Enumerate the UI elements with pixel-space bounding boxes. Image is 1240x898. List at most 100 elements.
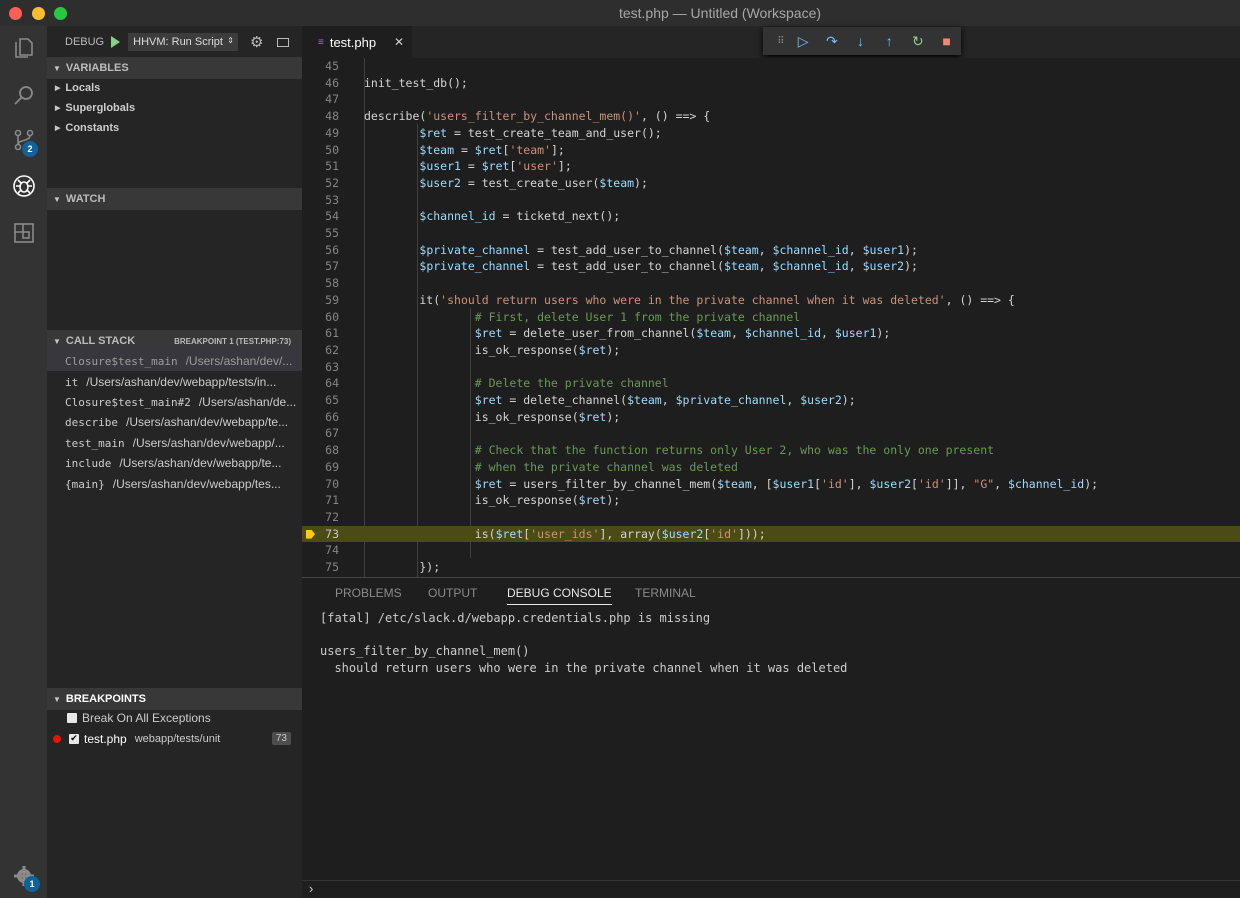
line-number[interactable]: 57: [302, 258, 339, 275]
tab-problems[interactable]: PROBLEMS: [335, 586, 402, 600]
line-number[interactable]: 46: [302, 75, 339, 92]
callstack-section-header[interactable]: ▼ CALL STACK BREAKPOINT 1 (TEST.PHP:73): [47, 330, 302, 352]
line-number[interactable]: 74: [302, 542, 339, 559]
line-number[interactable]: 71: [302, 492, 339, 509]
code-line[interactable]: 48 describe('users_filter_by_channel_mem(…: [302, 108, 1240, 125]
breakpoint-item[interactable]: ✔ test.php webapp/tests/unit 73: [47, 728, 302, 749]
code-line[interactable]: 70 $ret = users_filter_by_channel_mem($t…: [302, 476, 1240, 493]
line-number[interactable]: 53: [302, 192, 339, 209]
code-line[interactable]: 65 $ret = delete_channel($team, $private…: [302, 392, 1240, 409]
code-line[interactable]: 69 # when the private channel was delete…: [302, 459, 1240, 476]
line-number[interactable]: 50: [302, 142, 339, 159]
restart-icon[interactable]: ↻: [904, 33, 933, 50]
code-line[interactable]: 60 # First, delete User 1 from the priva…: [302, 309, 1240, 326]
line-number[interactable]: 73: [302, 526, 339, 543]
line-number[interactable]: 52: [302, 175, 339, 192]
code-line[interactable]: 75 });: [302, 559, 1240, 576]
code-line[interactable]: 53: [302, 192, 1240, 209]
line-number[interactable]: 65: [302, 392, 339, 409]
code-line[interactable]: 61 $ret = delete_user_from_channel($team…: [302, 325, 1240, 342]
current-execution-line[interactable]: 73 is($ret['user_ids'], array($user2['id…: [302, 525, 1240, 543]
drag-handle-icon[interactable]: ⠿: [773, 36, 789, 47]
line-number[interactable]: 64: [302, 375, 339, 392]
code-editor[interactable]: 45 46 init_test_db(); 47 48 describe('users_f…: [302, 58, 1240, 577]
tab-debug-console[interactable]: DEBUG CONSOLE: [507, 586, 612, 605]
watch-section-header[interactable]: ▼ WATCH: [47, 188, 302, 210]
debug-icon[interactable]: [0, 164, 47, 208]
line-number[interactable]: 49: [302, 125, 339, 142]
line-number[interactable]: 63: [302, 359, 339, 376]
search-icon[interactable]: [0, 74, 47, 118]
line-number[interactable]: 75: [302, 559, 339, 576]
variables-scope-locals[interactable]: ▶ Locals: [47, 78, 302, 98]
stack-frame[interactable]: {main} /Users/ashan/dev/webapp/tes...: [47, 474, 302, 494]
settings-gear-icon[interactable]: 1: [0, 854, 47, 898]
variables-scope-superglobals[interactable]: ▶ Superglobals: [47, 98, 302, 118]
start-debugging-play-icon[interactable]: [111, 36, 121, 48]
code-line[interactable]: 62 is_ok_response($ret);: [302, 342, 1240, 359]
line-number[interactable]: 69: [302, 459, 339, 476]
tab-test-php[interactable]: ≡ test.php ✕: [302, 26, 412, 58]
close-icon[interactable]: ✕: [394, 35, 404, 49]
line-number[interactable]: 70: [302, 476, 339, 493]
checkbox-checked[interactable]: ✔: [69, 733, 79, 744]
line-number[interactable]: 48: [302, 108, 339, 125]
step-into-icon[interactable]: ↓: [846, 33, 875, 49]
line-number[interactable]: 47: [302, 91, 339, 108]
launch-config-select[interactable]: HHVM: Run Script ⇕: [128, 33, 238, 51]
stack-frame[interactable]: describe /Users/ashan/dev/webapp/te...: [47, 412, 302, 432]
explorer-icon[interactable]: [0, 26, 47, 70]
extensions-icon[interactable]: [0, 211, 47, 255]
tab-output[interactable]: OUTPUT: [428, 586, 477, 600]
stack-frame[interactable]: it /Users/ashan/dev/webapp/tests/in...: [47, 372, 302, 392]
code-line[interactable]: 55: [302, 225, 1240, 242]
continue-icon[interactable]: ▷: [789, 33, 818, 50]
stack-frame[interactable]: Closure$test_main /Users/ashan/dev/...: [47, 351, 302, 371]
code-line[interactable]: 68 # Check that the function returns onl…: [302, 442, 1240, 459]
line-number[interactable]: 54: [302, 208, 339, 225]
code-line[interactable]: 59 it('should return users who were in t…: [302, 292, 1240, 309]
line-number[interactable]: 66: [302, 409, 339, 426]
line-number[interactable]: 61: [302, 325, 339, 342]
variables-scope-constants[interactable]: ▶ Constants: [47, 118, 302, 138]
variables-section-header[interactable]: ▼ VARIABLES: [47, 57, 302, 79]
code-line[interactable]: 72: [302, 509, 1240, 526]
line-number[interactable]: 67: [302, 425, 339, 442]
gear-icon[interactable]: ⚙: [250, 33, 263, 51]
line-number[interactable]: 58: [302, 275, 339, 292]
code-line[interactable]: 54 $channel_id = ticketd_next();: [302, 208, 1240, 225]
line-number[interactable]: 60: [302, 309, 339, 326]
line-number[interactable]: 56: [302, 242, 339, 259]
code-line[interactable]: 45: [302, 58, 1240, 75]
code-line[interactable]: 66 is_ok_response($ret);: [302, 409, 1240, 426]
break-on-all-exceptions[interactable]: Break On All Exceptions: [47, 707, 302, 728]
code-line[interactable]: 51 $user1 = $ret['user'];: [302, 158, 1240, 175]
code-line[interactable]: 56 $private_channel = test_add_user_to_c…: [302, 242, 1240, 259]
debug-console-input[interactable]: ›: [302, 880, 1240, 898]
code-line[interactable]: 63: [302, 359, 1240, 376]
line-number[interactable]: 59: [302, 292, 339, 309]
code-line[interactable]: 67: [302, 425, 1240, 442]
stack-frame[interactable]: include /Users/ashan/dev/webapp/te...: [47, 453, 302, 473]
line-number[interactable]: 72: [302, 509, 339, 526]
code-line[interactable]: 71 is_ok_response($ret);: [302, 492, 1240, 509]
line-number[interactable]: 68: [302, 442, 339, 459]
code-line[interactable]: 64 # Delete the private channel: [302, 375, 1240, 392]
step-out-icon[interactable]: ↑: [875, 33, 904, 49]
code-line[interactable]: 52 $user2 = test_create_user($team);: [302, 175, 1240, 192]
code-line[interactable]: 58: [302, 275, 1240, 292]
code-line[interactable]: 50 $team = $ret['team'];: [302, 142, 1240, 159]
stack-frame[interactable]: test_main /Users/ashan/dev/webapp/...: [47, 433, 302, 453]
checkbox-unchecked[interactable]: [67, 712, 77, 723]
line-number[interactable]: 51: [302, 158, 339, 175]
code-line[interactable]: 57 $private_channel = test_add_user_to_c…: [302, 258, 1240, 275]
code-line[interactable]: 46 init_test_db();: [302, 75, 1240, 92]
step-over-icon[interactable]: ↷: [818, 33, 847, 50]
code-line[interactable]: 49 $ret = test_create_team_and_user();: [302, 125, 1240, 142]
code-line[interactable]: 74: [302, 542, 1240, 559]
debug-console-icon[interactable]: [277, 37, 290, 47]
tab-terminal[interactable]: TERMINAL: [635, 586, 696, 600]
stack-frame[interactable]: Closure$test_main#2 /Users/ashan/de...: [47, 392, 302, 412]
line-number[interactable]: 55: [302, 225, 339, 242]
source-control-icon[interactable]: 2: [0, 118, 47, 162]
